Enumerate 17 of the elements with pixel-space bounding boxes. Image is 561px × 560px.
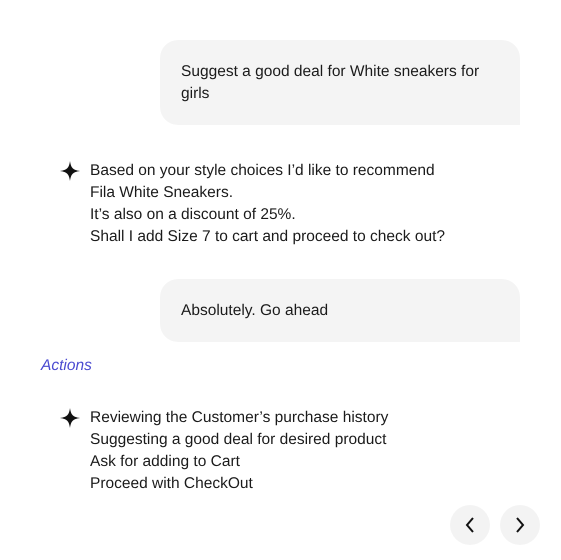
assistant-message-line: Ask for adding to Cart [90, 452, 241, 472]
sparkle-icon [60, 161, 80, 181]
assistant-message-line: Shall I add Size 7 to cart and proceed to check out? [90, 227, 446, 247]
previous-button[interactable] [450, 505, 490, 545]
section-label: Actions [39, 356, 92, 376]
chevron-right-icon [515, 517, 525, 533]
assistant-message-line: Proceed with CheckOut [90, 474, 254, 494]
sparkle-icon [60, 408, 80, 428]
assistant-message-line: Reviewing the Customer’s purchase history [90, 408, 388, 428]
assistant-message-line: It’s also on a discount of 25%. [90, 205, 297, 225]
chevron-left-icon [465, 517, 475, 533]
assistant-message-line: Fila White Sneakers. [90, 183, 234, 203]
user-message: Absolutely. Go ahead [160, 279, 520, 342]
assistant-message-line: Based on your style choices I’d like to recommend [90, 161, 436, 181]
assistant-message-line: Suggesting a good deal for desired product [90, 430, 388, 450]
user-message: Suggest a good deal for White sneakers for girls [160, 40, 520, 125]
next-button[interactable] [500, 505, 540, 545]
